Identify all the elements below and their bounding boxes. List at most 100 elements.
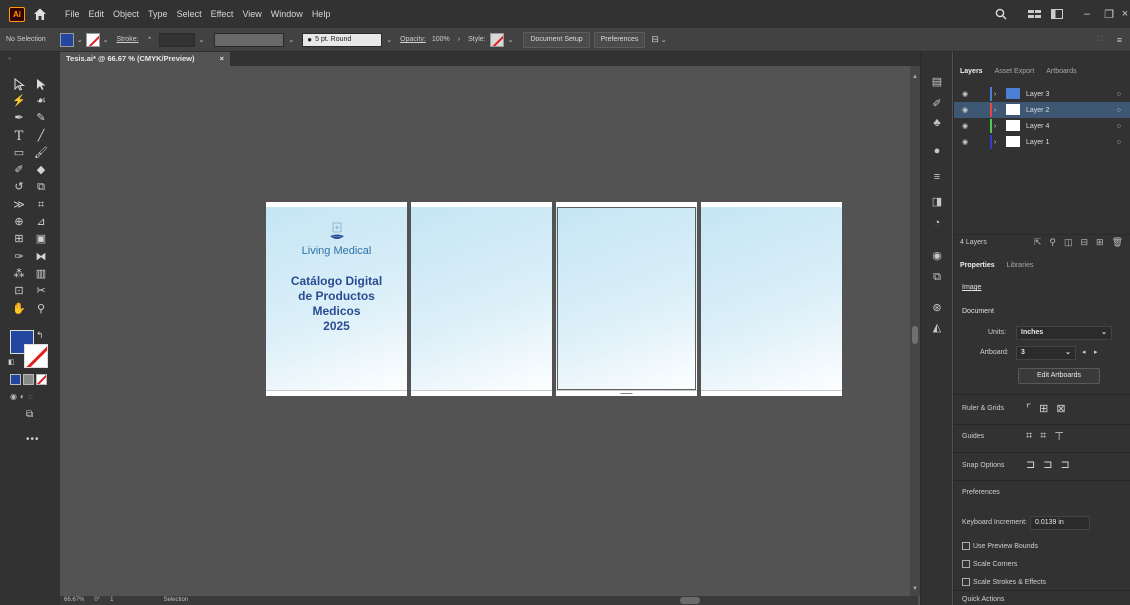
stroke-swatch[interactable] (85, 32, 100, 47)
menu-type[interactable]: Type (148, 9, 168, 19)
tab-asset-export[interactable]: Asset Export (995, 68, 1035, 75)
gradient-tool-icon[interactable]: ▣ (30, 232, 52, 248)
shaper-tool-icon[interactable]: ✐ (8, 162, 30, 178)
opacity-arrow-icon[interactable]: › (458, 36, 460, 43)
menu-object[interactable]: Object (113, 9, 139, 19)
eyedropper-tool-icon[interactable]: ✑ (8, 249, 30, 265)
image-section-title[interactable]: Image (962, 284, 981, 291)
artboard-2[interactable] (411, 202, 552, 396)
scale-strokes-row[interactable]: Scale Strokes & Effects (962, 578, 1046, 586)
expand-chevron-icon[interactable]: › (994, 91, 996, 98)
tab-layers[interactable]: Layers (960, 68, 983, 75)
scale-tool-icon[interactable]: ⧉ (30, 180, 52, 196)
edit-toolbar-icon[interactable]: ••• (26, 434, 40, 445)
scroll-up-icon[interactable]: ▲ (912, 74, 918, 80)
units-dropdown[interactable]: Inches ⌄ (1016, 326, 1112, 340)
graphic-style-swatch[interactable] (489, 32, 504, 47)
line-segment-tool-icon[interactable]: ╱ (30, 128, 52, 144)
fill-dropdown-icon[interactable]: ⌄ (77, 36, 83, 44)
snap-to-point-icon[interactable]: ⊐ (1026, 458, 1035, 471)
arrange-documents-icon[interactable] (1046, 4, 1068, 24)
profile-dropdown-icon[interactable]: ⌄ (288, 36, 294, 44)
target-circle-icon[interactable]: ○ (1117, 139, 1121, 146)
appearance-panel-icon[interactable]: ◔ (930, 216, 944, 230)
close-window-icon[interactable]: × (1120, 4, 1130, 24)
stroke-weight-stepper[interactable]: ⌃ (147, 36, 153, 44)
scale-corners-checkbox[interactable] (962, 560, 970, 568)
align-icon[interactable]: ⊟ (651, 34, 659, 45)
stroke-color-box[interactable] (24, 344, 48, 368)
layer-name[interactable]: Layer 4 (1026, 123, 1049, 130)
menu-help[interactable]: Help (312, 9, 331, 19)
scroll-down-icon[interactable]: ▼ (912, 586, 918, 592)
shape-builder-tool-icon[interactable]: ⊕ (8, 214, 30, 230)
target-circle-icon[interactable]: ○ (1117, 123, 1121, 130)
brushes-panel-icon[interactable]: ✐ (930, 96, 944, 110)
screen-mode-icon[interactable]: ⧉ (26, 409, 33, 420)
gradient-mode-icon[interactable] (23, 374, 34, 385)
rotate-tool-icon[interactable]: ↺ (8, 180, 30, 196)
use-preview-bounds-row[interactable]: Use Preview Bounds (962, 542, 1038, 550)
transparency-panel-icon[interactable]: ◨ (930, 194, 944, 208)
stroke-dropdown-icon[interactable]: ⌄ (103, 36, 109, 44)
horizontal-scroll-thumb[interactable] (680, 597, 700, 604)
selection-tool-icon[interactable] (8, 76, 30, 92)
visibility-eye-icon[interactable]: ◉ (962, 138, 968, 146)
new-sublayer-icon[interactable]: ⊟ (1080, 237, 1088, 248)
symbols-panel-icon[interactable]: ♣ (930, 116, 944, 130)
preferences-button[interactable]: Preferences (593, 31, 646, 48)
opacity-value[interactable]: 100% (432, 36, 450, 43)
show-guides-icon[interactable]: ⌗ (1026, 430, 1032, 443)
transform-icon[interactable]: ⛶ (1097, 36, 1102, 44)
document-setup-button[interactable]: Document Setup (523, 31, 590, 48)
transparency-grid-icon[interactable]: ⊠ (1056, 402, 1065, 415)
visibility-eye-icon[interactable]: ◉ (962, 106, 968, 114)
clipping-mask-icon[interactable]: ◫ (1064, 237, 1073, 248)
visibility-eye-icon[interactable]: ◉ (962, 122, 968, 130)
curvature-tool-icon[interactable]: ✎ (30, 111, 52, 127)
paintbrush-tool-icon[interactable]: 🖌 (30, 145, 52, 161)
none-mode-icon[interactable] (36, 374, 47, 385)
artboard-1[interactable]: Living Medical Catálogo Digital de Produ… (266, 202, 407, 396)
swap-fill-stroke-icon[interactable]: ↰ (36, 330, 44, 341)
canvas-area[interactable]: Living Medical Catálogo Digital de Produ… (60, 66, 918, 605)
locate-object-icon[interactable]: ⚲ (1049, 237, 1056, 248)
artboard-4[interactable] (701, 202, 842, 396)
keyboard-increment-field[interactable]: 0.0139 in (1030, 516, 1090, 530)
align-dropdown-icon[interactable]: ⌄ (661, 36, 667, 44)
rectangle-tool-icon[interactable]: ▭ (8, 145, 30, 161)
zoom-tool-icon[interactable]: ⚲ (30, 301, 52, 317)
workspace-switcher-icon[interactable] (1024, 4, 1046, 24)
symbol-sprayer-tool-icon[interactable]: ⁂ (8, 266, 30, 282)
ruler-icon[interactable]: ⌜ (1026, 402, 1031, 415)
menu-window[interactable]: Window (271, 9, 303, 19)
pen-tool-icon[interactable]: ✒ (8, 111, 30, 127)
snap-to-glyph-icon[interactable]: ⊐ (1060, 458, 1069, 471)
perspective-grid-tool-icon[interactable]: ⊿ (30, 214, 52, 230)
next-artboard-icon[interactable]: ▸ (1094, 348, 1098, 356)
delete-layer-icon[interactable]: 🗑 (1112, 237, 1123, 248)
target-circle-icon[interactable]: ○ (1117, 107, 1121, 114)
export-icon[interactable]: ⇱ (1034, 237, 1042, 248)
panel-collapse-icon[interactable]: « (8, 56, 11, 62)
stroke-weight-dropdown-icon[interactable]: ⌄ (199, 36, 205, 44)
blend-tool-icon[interactable]: ⧓ (30, 249, 52, 265)
width-tool-icon[interactable]: ≫ (8, 197, 30, 213)
expand-chevron-icon[interactable]: › (994, 107, 996, 114)
menu-view[interactable]: View (242, 9, 261, 19)
graphic-styles-panel-icon[interactable]: ⊛ (930, 300, 944, 314)
column-graph-tool-icon[interactable]: ▥ (30, 266, 52, 282)
tab-properties[interactable]: Properties (960, 262, 995, 269)
layer-row-2[interactable]: ◉ › Layer 2 ○ (954, 102, 1130, 118)
mesh-tool-icon[interactable]: ⊞ (8, 232, 30, 248)
magic-wand-tool-icon[interactable]: ⚡ (8, 93, 30, 109)
use-preview-bounds-checkbox[interactable] (962, 542, 970, 550)
edit-artboards-button[interactable]: Edit Artboards (1018, 368, 1100, 384)
menu-edit[interactable]: Edit (89, 9, 105, 19)
stroke-label[interactable]: Stroke: (116, 36, 138, 43)
vertical-scroll-thumb[interactable] (912, 326, 918, 344)
home-icon[interactable] (33, 7, 47, 21)
draw-inside-icon[interactable]: ◌ (28, 392, 33, 401)
lasso-tool-icon[interactable]: ☙ (30, 93, 52, 109)
brush-definition-field[interactable]: ● 5 pt. Round (302, 32, 383, 47)
